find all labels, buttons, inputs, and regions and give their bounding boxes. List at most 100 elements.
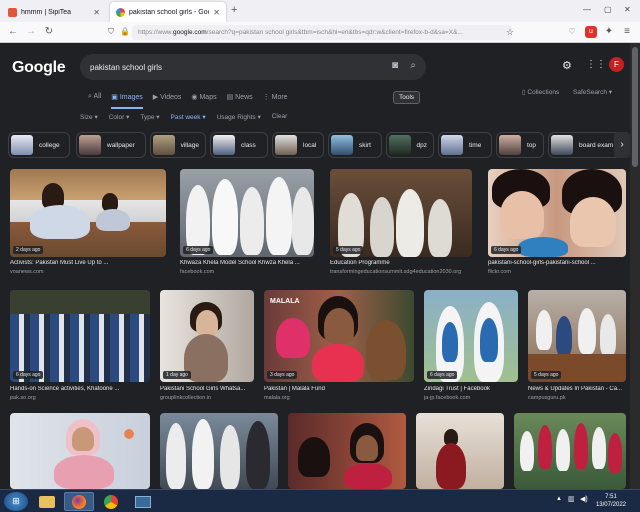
result-thumbnail[interactable]: MALALA 3 days ago	[264, 290, 414, 382]
result-source[interactable]: voanews.com	[10, 269, 166, 275]
extensions-puzzle-icon[interactable]: ✦	[602, 25, 616, 39]
image-result[interactable]: 2 days ago Activists: Pakistan Must Live…	[10, 169, 166, 275]
image-result[interactable]: 6 days ago Zindagi Trust | Facebook ja-j…	[424, 290, 518, 402]
tab-videos[interactable]: ▶ Videos	[153, 93, 182, 109]
result-thumbnail[interactable]: 6 days ago	[488, 169, 626, 257]
clock[interactable]: 7:51 13/07/2022	[596, 493, 626, 509]
search-box[interactable]: pakistan school girls ◙ ⌕	[80, 54, 426, 80]
hamburger-menu-icon[interactable]: ≡	[620, 25, 634, 39]
chip-local[interactable]: local	[272, 132, 324, 158]
chip-village[interactable]: village	[150, 132, 206, 158]
result-source[interactable]: malala.org	[264, 395, 414, 401]
tab-maps[interactable]: ◉ Maps	[191, 93, 216, 109]
result-title[interactable]: Pakistani School Girls Whatsa...	[160, 386, 254, 392]
result-title[interactable]: Zindagi Trust | Facebook	[424, 386, 518, 392]
result-thumbnail[interactable]	[160, 413, 278, 489]
taskbar-chrome[interactable]	[96, 492, 126, 511]
chip-board-exam[interactable]: board exam	[548, 132, 624, 158]
image-result[interactable]: MALALA 3 days ago Pakistan | Malala Fund…	[264, 290, 414, 402]
image-result[interactable]	[160, 413, 278, 489]
chip-wallpaper[interactable]: wallpaper	[76, 132, 146, 158]
result-thumbnail[interactable]: 6 days ago	[424, 290, 518, 382]
start-button[interactable]: ⊞	[4, 492, 28, 511]
result-title[interactable]: Hands-on Science activities, Khatoone ..…	[10, 386, 150, 392]
bookmark-star-icon[interactable]: ☆	[503, 25, 517, 39]
result-thumbnail[interactable]	[10, 413, 150, 489]
image-result[interactable]: 5 days ago Education Programme transform…	[330, 169, 472, 275]
image-result[interactable]	[514, 413, 626, 489]
browser-tab-sipitea[interactable]: hmmm | SipiTea ✕	[2, 2, 106, 22]
maximize-button[interactable]: ▢	[604, 5, 612, 14]
safesearch-dropdown[interactable]: SafeSearch ▾	[573, 88, 612, 96]
new-tab-button[interactable]: +	[231, 4, 237, 16]
result-source[interactable]: ja-jp.facebook.com	[424, 395, 518, 401]
result-title[interactable]: News & Updates In Pakistan - Ca...	[528, 386, 626, 392]
minimize-button[interactable]: —	[583, 5, 591, 14]
result-source[interactable]: flickr.com	[488, 269, 626, 275]
tab-all[interactable]: ⌕ All	[88, 93, 101, 109]
chips-next-chevron-icon[interactable]: ›	[614, 132, 630, 158]
result-title[interactable]: Pakistan | Malala Fund	[264, 386, 414, 392]
taskbar-firefox[interactable]	[64, 492, 94, 511]
pocket-icon[interactable]: ♡	[565, 25, 579, 39]
filter-clear[interactable]: Clear	[272, 113, 288, 121]
result-thumbnail[interactable]	[416, 413, 504, 489]
apps-grid-icon[interactable]: ⋮⋮	[586, 59, 606, 70]
taskbar-explorer[interactable]	[32, 492, 62, 511]
search-input[interactable]: pakistan school girls	[90, 63, 162, 72]
image-result[interactable]: 6 days ago pakistani-school-girls-pakist…	[488, 169, 626, 275]
close-tab-icon[interactable]: ✕	[93, 8, 100, 17]
image-result[interactable]	[416, 413, 504, 489]
filter-color[interactable]: Color ▾	[109, 113, 130, 121]
result-title[interactable]: pakistani-school-girls-pakistani-school …	[488, 260, 626, 266]
chip-class[interactable]: class	[210, 132, 268, 158]
settings-gear-icon[interactable]: ⚙	[562, 59, 572, 72]
filter-type[interactable]: Type ▾	[140, 113, 159, 121]
result-thumbnail[interactable]: 5 days ago	[528, 290, 626, 382]
tray-arrow-icon[interactable]: ▲	[556, 496, 562, 502]
window-close-button[interactable]: ✕	[624, 5, 631, 14]
avatar[interactable]: F	[609, 57, 624, 72]
tab-images[interactable]: ▣ Images	[111, 93, 143, 109]
google-logo[interactable]: Google	[12, 59, 66, 77]
image-result[interactable]: 5 days ago News & Updates In Pakistan - …	[528, 290, 626, 402]
tab-news[interactable]: ▤ News	[227, 93, 253, 109]
shield-icon[interactable]: ⛉	[104, 25, 118, 39]
chip-college[interactable]: college	[8, 132, 70, 158]
volume-icon[interactable]: ◀)	[580, 495, 588, 503]
image-result[interactable]: 1 day ago Pakistani School Girls Whatsa.…	[160, 290, 254, 402]
page-scrollbar[interactable]	[630, 43, 640, 489]
filter-size[interactable]: Size ▾	[80, 113, 98, 121]
extension-icon[interactable]: u	[585, 26, 597, 38]
result-source[interactable]: facebook.com	[180, 269, 314, 275]
collections-link[interactable]: ▯ Collections	[522, 88, 559, 96]
browser-tab-google[interactable]: pakistan school girls - Google S ✕	[110, 2, 226, 22]
close-tab-icon[interactable]: ✕	[213, 8, 220, 17]
image-result[interactable]	[10, 413, 150, 489]
tools-button[interactable]: Tools	[393, 91, 421, 104]
url-bar[interactable]: https://www. google.com/search?q=pakistan…	[132, 25, 512, 40]
result-thumbnail[interactable]: 5 days ago	[330, 169, 472, 257]
filter-usage-rights[interactable]: Usage Rights ▾	[217, 113, 261, 121]
filter-time[interactable]: Past week ▾	[171, 113, 206, 121]
result-thumbnail[interactable]: 1 day ago	[160, 290, 254, 382]
tab-more[interactable]: ⋮ More	[263, 93, 288, 109]
camera-icon[interactable]: ◙	[392, 60, 398, 71]
back-arrow-icon[interactable]: ←	[6, 25, 20, 39]
result-source[interactable]: campusguru.pk	[528, 395, 626, 401]
taskbar-app[interactable]	[128, 492, 158, 511]
result-thumbnail[interactable]: 6 days ago	[180, 169, 314, 257]
forward-arrow-icon[interactable]: →	[24, 25, 38, 39]
result-thumbnail[interactable]	[514, 413, 626, 489]
image-result[interactable]: 6 days ago Khwaza Khela Model School Khw…	[180, 169, 314, 275]
result-title[interactable]: Activists: Pakistan Must Live Up to ...	[10, 260, 166, 266]
network-icon[interactable]: ▥	[568, 495, 575, 503]
result-source[interactable]: transformingeducationsummit.sdg4educatio…	[330, 269, 472, 275]
chip-top[interactable]: top	[496, 132, 544, 158]
result-title[interactable]: Education Programme	[330, 260, 472, 266]
result-title[interactable]: Khwaza Khela Model School Khwza Khela ..…	[180, 260, 314, 266]
result-source[interactable]: grouplinkcollection.in	[160, 395, 254, 401]
chip-skirt[interactable]: skirt	[328, 132, 382, 158]
chip-dpz[interactable]: dpz	[386, 132, 434, 158]
result-source[interactable]: pak.so.org	[10, 395, 150, 401]
